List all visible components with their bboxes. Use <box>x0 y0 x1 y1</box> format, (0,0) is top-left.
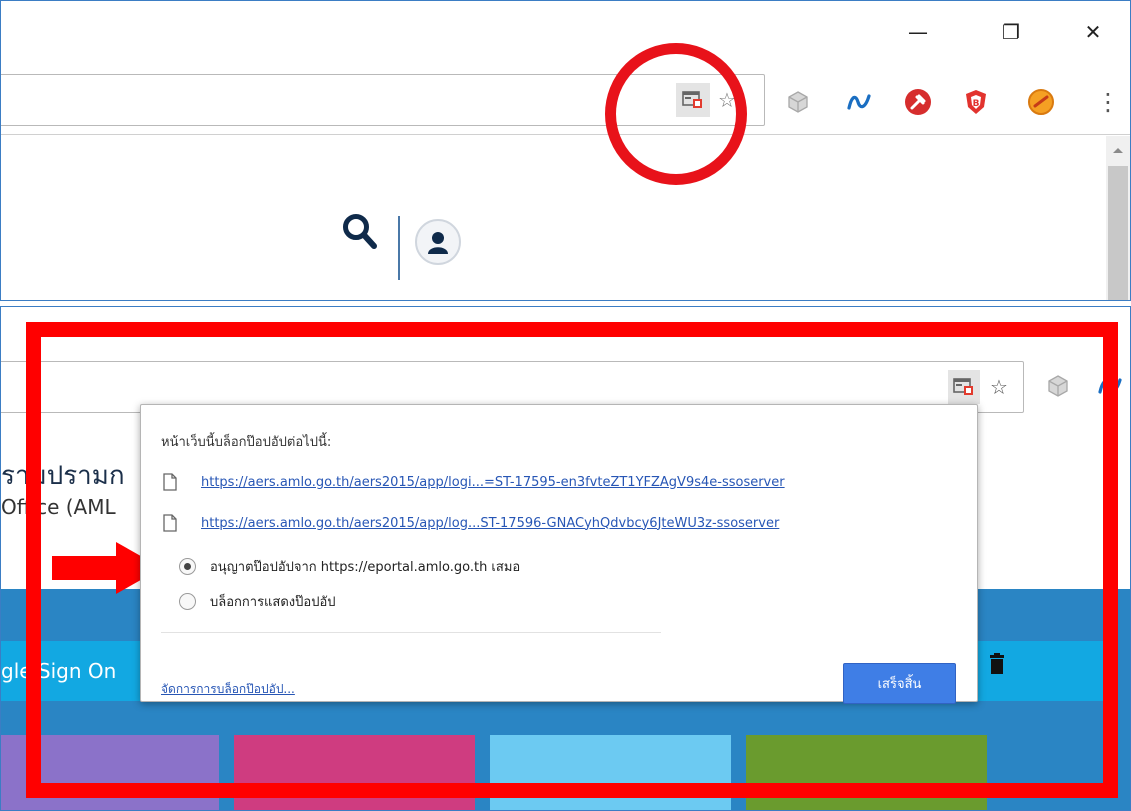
page-icon <box>163 473 177 491</box>
user-avatar-button[interactable] <box>415 219 461 265</box>
popup-blocked-bubble: หน้าเว็บนี้บล็อกป๊อปอัปต่อไปนี้: https:/… <box>140 404 978 704</box>
orange-compass-extension-icon[interactable] <box>1024 85 1058 119</box>
minimize-icon: — <box>908 20 928 44</box>
orange-glyph <box>1028 89 1054 115</box>
scrollbar-thumb[interactable] <box>1108 166 1128 300</box>
close-button[interactable]: ✕ <box>1073 15 1113 49</box>
blocked-popup-row-2[interactable]: https://aers.amlo.go.th/aers2015/app/log… <box>163 511 779 535</box>
blocked-popup-row-1[interactable]: https://aers.amlo.go.th/aers2015/app/log… <box>163 470 785 494</box>
username-placeholder <box>485 219 631 265</box>
block-popups-option[interactable]: บล็อกการแสดงป๊อปอัป <box>179 589 336 613</box>
done-button[interactable]: เสร็จสิ้น <box>843 663 956 704</box>
toolbar: ☆ B ⋮ <box>1 65 1130 135</box>
allow-popups-label: อนุญาตป๊อปอัปจาก https://eportal.amlo.go… <box>210 559 521 575</box>
kebab-menu-icon: ⋮ <box>1096 88 1120 116</box>
block-popups-label: บล็อกการแสดงป๊อปอัป <box>210 594 336 610</box>
restore-button[interactable]: ❐ <box>991 15 1031 49</box>
wave-extension-icon[interactable] <box>842 85 876 119</box>
top-page-content <box>1 136 1130 300</box>
wave-glyph <box>847 94 871 110</box>
allow-popups-option[interactable]: อนุญาตป๊อปอัปจาก https://eportal.amlo.go… <box>179 554 520 578</box>
allow-popups-radio[interactable] <box>179 557 196 575</box>
close-icon: ✕ <box>1084 20 1102 44</box>
page-icon <box>163 514 177 532</box>
radio-selected-dot <box>184 562 191 570</box>
toolbar-divider <box>398 216 400 280</box>
chrome-menu-button[interactable]: ⋮ <box>1091 85 1125 119</box>
red-tool-glyph <box>905 89 931 115</box>
shield-glyph: B <box>966 90 986 114</box>
highlight-circle-annotation <box>605 43 747 185</box>
cube-glyph <box>788 91 808 113</box>
svg-text:B: B <box>973 99 980 109</box>
minimize-button[interactable]: — <box>898 15 938 49</box>
screenshot-root: — ❐ ✕ ☆ B ⋮ ☆ รามปรามก Office (AML gle S… <box>0 0 1131 811</box>
scroll-up-arrow-icon[interactable] <box>1113 148 1123 153</box>
brave-shield-extension-icon[interactable]: B <box>959 85 993 119</box>
blocked-popup-link-2[interactable]: https://aers.amlo.go.th/aers2015/app/log… <box>201 516 779 531</box>
bubble-divider <box>161 632 661 633</box>
search-icon[interactable] <box>341 213 379 257</box>
block-popups-radio[interactable] <box>179 592 196 610</box>
manage-popup-blocking-link[interactable]: จัดการการบล็อกป๊อปอัป... <box>161 680 295 699</box>
bubble-title: หน้าเว็บนี้บล็อกป๊อปอัปต่อไปนี้: <box>161 435 332 450</box>
title-bar: — ❐ ✕ <box>1 1 1130 65</box>
blocked-popup-link-1[interactable]: https://aers.amlo.go.th/aers2015/app/log… <box>201 475 785 490</box>
restore-icon: ❐ <box>1002 20 1020 44</box>
top-browser-panel: — ❐ ✕ ☆ B ⋮ <box>0 0 1131 301</box>
user-icon <box>428 232 448 254</box>
red-tool-extension-icon[interactable] <box>901 85 935 119</box>
cube-extension-icon[interactable] <box>781 85 815 119</box>
search-glyph <box>343 214 377 249</box>
